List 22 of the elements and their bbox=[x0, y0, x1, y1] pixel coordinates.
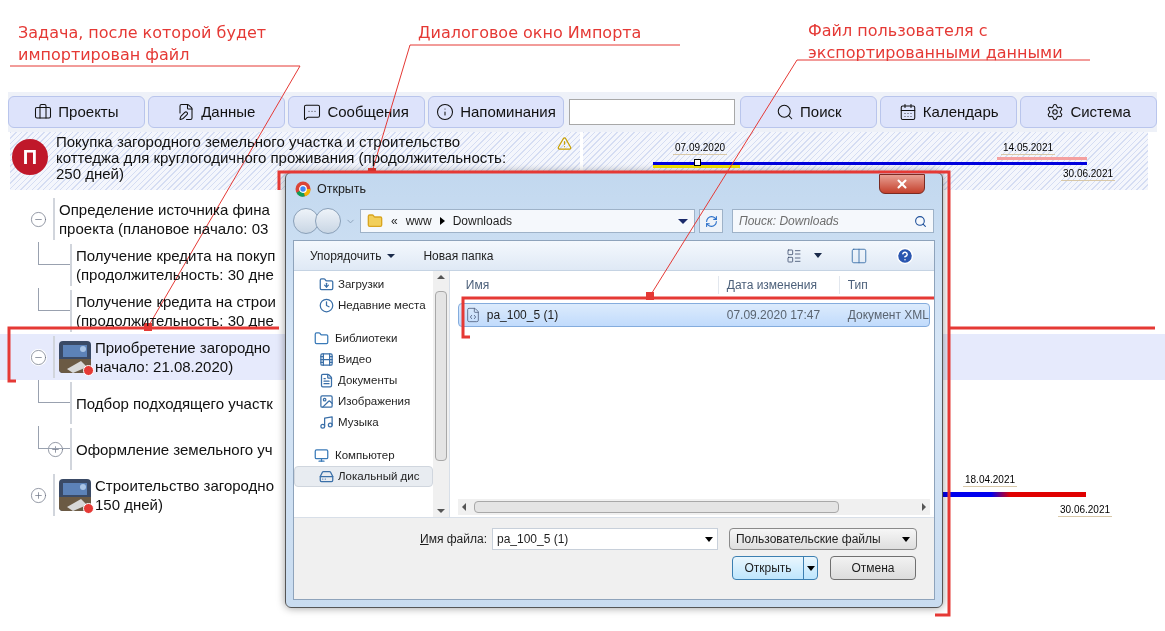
date-label: 18.04.2021 bbox=[963, 474, 1018, 487]
file-date: 07.09.2020 17:47 bbox=[725, 307, 822, 324]
annotation-label: Файл пользователя с экспортированными данными bbox=[808, 20, 1063, 64]
project-badge: П bbox=[12, 139, 48, 175]
date-label: 07.09.2020 bbox=[673, 142, 728, 155]
task-title: Приобретение загородно начало: 21.08.2020) bbox=[95, 338, 271, 376]
task-title: Получение кредита на покуп (продолжительность: 30 дне bbox=[76, 246, 276, 284]
date-label: 30.06.2021 bbox=[1058, 504, 1113, 517]
annotation-label: Диалоговое окно Импорта bbox=[418, 22, 642, 44]
dialog-title: Открыть bbox=[317, 180, 367, 198]
date-label: 30.06.2021 bbox=[1061, 168, 1116, 181]
file-type: Документ XML bbox=[846, 307, 929, 324]
date-label: 14.05.2021 bbox=[1001, 142, 1056, 155]
project-title: Покупка загородного земельного участка и строительство коттеджа для круглогодичного проживания (продолжительность: 250 дней) bbox=[56, 134, 507, 182]
task-title: Определение источника фина проекта (плановое начало: 03 bbox=[59, 200, 270, 238]
annotation-label: Задача, после которой будет импортирован файл bbox=[18, 22, 267, 66]
task-title: Строительство загородно 150 дней) bbox=[95, 476, 274, 514]
task-title: Оформление земельного уч bbox=[76, 439, 273, 459]
file-name: pa_100_5 (1) bbox=[486, 307, 559, 324]
task-title: Подбор подходящего участк bbox=[76, 393, 273, 413]
filename-label: Имя файла: bbox=[420, 531, 487, 548]
task-title: Получение кредита на строи (продолжительность: 30 дне bbox=[76, 292, 276, 330]
